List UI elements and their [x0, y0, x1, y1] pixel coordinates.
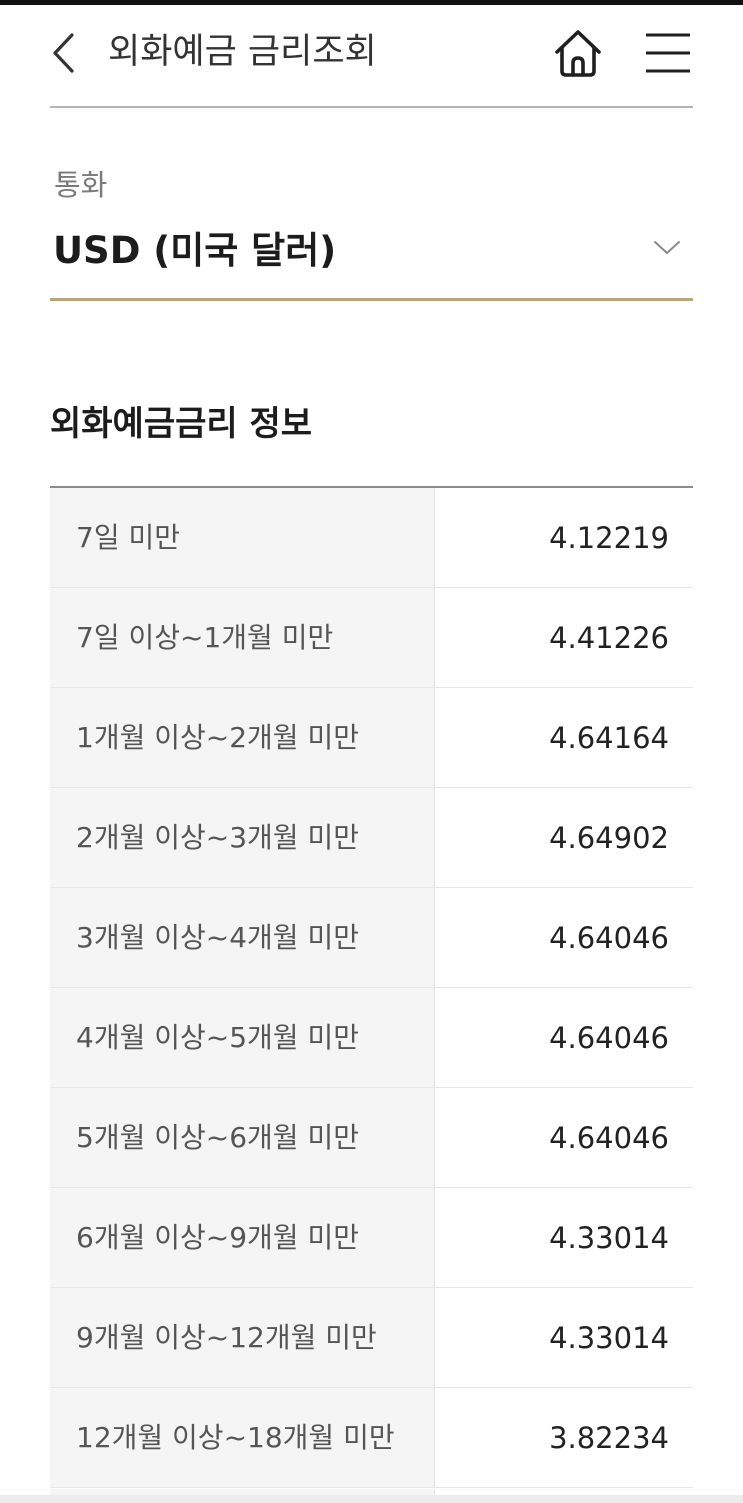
- table-row: 9개월 이상~12개월 미만 4.33014: [50, 1288, 693, 1388]
- period-cell: 12개월 이상~18개월 미만: [50, 1388, 435, 1487]
- period-cell: 7일 이상~1개월 미만: [50, 588, 435, 687]
- rate-cell: 4.64164: [549, 721, 669, 755]
- table-row: 7일 미만 4.12219: [50, 488, 693, 588]
- app-header: 외화예금 금리조회: [50, 5, 693, 108]
- rate-table: 7일 미만 4.12219 7일 이상~1개월 미만 4.41226 1개월 이…: [50, 486, 693, 1488]
- page-title: 외화예금 금리조회: [108, 32, 377, 72]
- rate-cell: 4.12219: [549, 521, 669, 555]
- rate-cell: 4.33014: [549, 1221, 669, 1255]
- home-button[interactable]: [552, 27, 604, 79]
- home-icon: [555, 30, 601, 77]
- period-cell: 2개월 이상~3개월 미만: [50, 788, 435, 887]
- rate-cell: 4.64046: [549, 1121, 669, 1155]
- table-row: 12개월 이상~18개월 미만 3.82234: [50, 1388, 693, 1488]
- rate-cell: 3.82234: [549, 1421, 669, 1455]
- table-row: 4개월 이상~5개월 미만 4.64046: [50, 988, 693, 1088]
- table-row: 3개월 이상~4개월 미만 4.64046: [50, 888, 693, 988]
- currency-label: 통화: [54, 168, 108, 202]
- period-cell: 6개월 이상~9개월 미만: [50, 1188, 435, 1287]
- chevron-left-icon: [53, 33, 74, 73]
- currency-selected-value: USD (미국 달러): [53, 229, 337, 272]
- back-button[interactable]: [50, 31, 80, 75]
- rate-cell: 4.33014: [549, 1321, 669, 1355]
- hamburger-menu-icon: [646, 33, 690, 73]
- table-row: 5개월 이상~6개월 미만 4.64046: [50, 1088, 693, 1188]
- period-cell: 7일 미만: [50, 488, 435, 587]
- rate-cell: 4.64046: [549, 921, 669, 955]
- period-cell: 3개월 이상~4개월 미만: [50, 888, 435, 987]
- rate-cell: 4.41226: [549, 621, 669, 655]
- chevron-down-icon: [654, 241, 680, 254]
- period-cell: 9개월 이상~12개월 미만: [50, 1288, 435, 1387]
- rate-cell: 4.64902: [549, 821, 669, 855]
- table-row: 2개월 이상~3개월 미만 4.64902: [50, 788, 693, 888]
- period-cell: 5개월 이상~6개월 미만: [50, 1088, 435, 1187]
- period-cell: 4개월 이상~5개월 미만: [50, 988, 435, 1087]
- period-cell: 1개월 이상~2개월 미만: [50, 688, 435, 787]
- menu-button[interactable]: [644, 31, 692, 75]
- table-row: 7일 이상~1개월 미만 4.41226: [50, 588, 693, 688]
- currency-select[interactable]: USD (미국 달러): [50, 215, 693, 301]
- section-title: 외화예금금리 정보: [50, 404, 313, 444]
- rate-cell: 4.64046: [549, 1021, 669, 1055]
- table-row: 6개월 이상~9개월 미만 4.33014: [50, 1188, 693, 1288]
- table-row: 1개월 이상~2개월 미만 4.64164: [50, 688, 693, 788]
- bottom-edge: [0, 1495, 743, 1503]
